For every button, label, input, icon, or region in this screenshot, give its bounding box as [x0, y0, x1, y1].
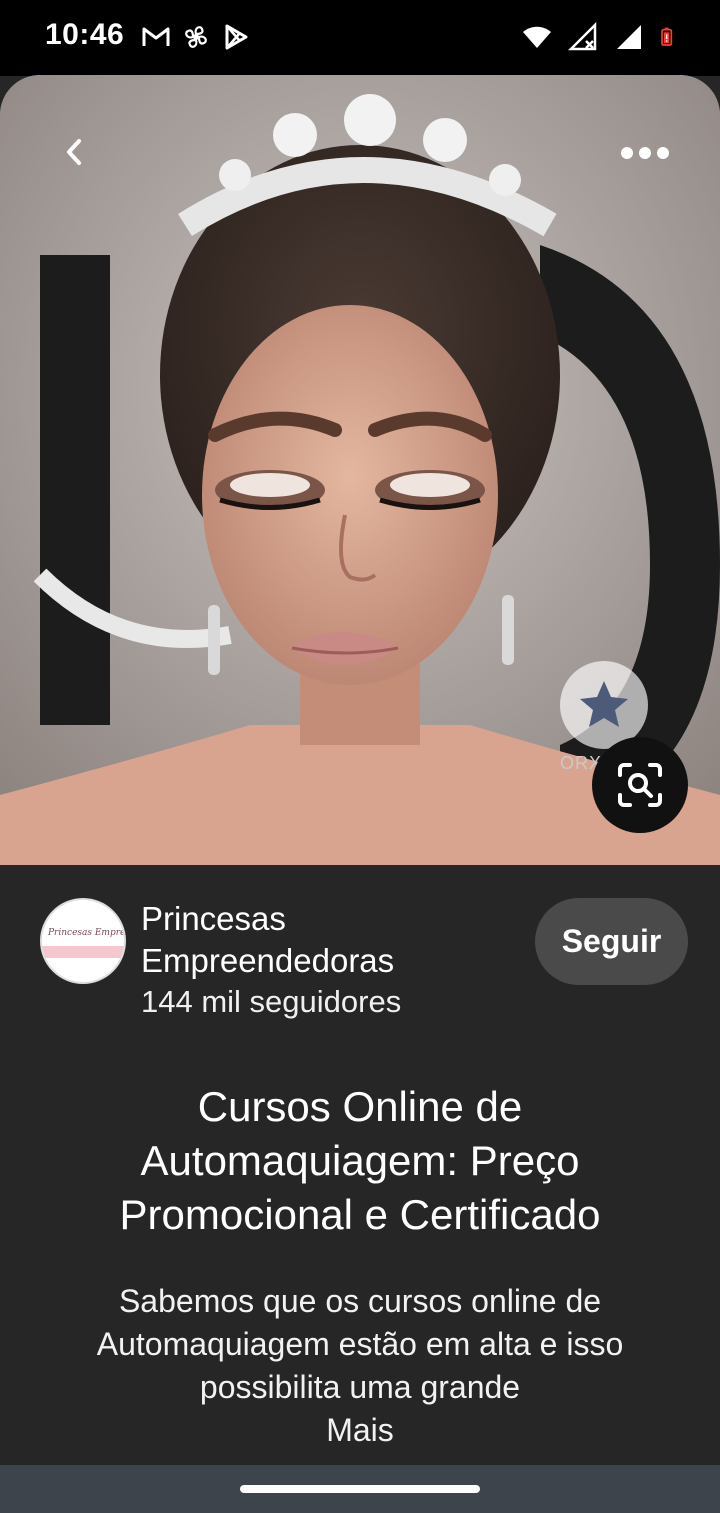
pin-description: Sabemos que os cursos online de Automaqu… [96, 1283, 624, 1405]
follow-button[interactable]: Seguir [535, 898, 688, 985]
notification-icons [141, 22, 251, 52]
signal-off-icon [568, 22, 597, 51]
avatar-logo-text: Princesas Empreendedoras [48, 928, 126, 938]
pin-image[interactable]: ORXD [0, 75, 720, 865]
system-icons [522, 22, 680, 52]
creator-name[interactable]: Princesas Empreendedoras [141, 898, 461, 982]
more-link[interactable]: Mais [80, 1409, 640, 1452]
avatar-band [42, 946, 124, 958]
fan-icon [185, 26, 207, 48]
status-bar: 10:46 [0, 0, 720, 76]
back-arrow-icon [67, 139, 81, 165]
wifi-icon [523, 26, 551, 48]
more-options-button[interactable] [610, 133, 680, 173]
system-nav-bar [0, 1465, 720, 1513]
flower-icon [580, 681, 628, 727]
watermark-logo [560, 661, 648, 749]
visual-search-icon [618, 763, 662, 807]
play-store-icon [225, 24, 248, 50]
signal-icon [617, 25, 641, 49]
more-dots-icon [621, 147, 669, 159]
pin-description-block: Sabemos que os cursos online de Automaqu… [80, 1280, 640, 1452]
gmail-icon [142, 27, 170, 46]
pin-title: Cursos Online de Automaquiagem: Preço Pr… [119, 1083, 601, 1238]
creator-avatar[interactable]: Princesas Empreendedoras [40, 898, 126, 984]
creator-row: Princesas Empreendedoras Princesas Empre… [40, 898, 688, 1028]
back-button[interactable] [50, 127, 100, 177]
battery-low-icon [661, 27, 673, 46]
visual-search-button[interactable] [592, 737, 688, 833]
home-gesture-handle[interactable] [240, 1485, 480, 1493]
status-time: 10:46 [45, 18, 125, 51]
creator-followers: 144 mil seguidores [141, 984, 402, 1019]
